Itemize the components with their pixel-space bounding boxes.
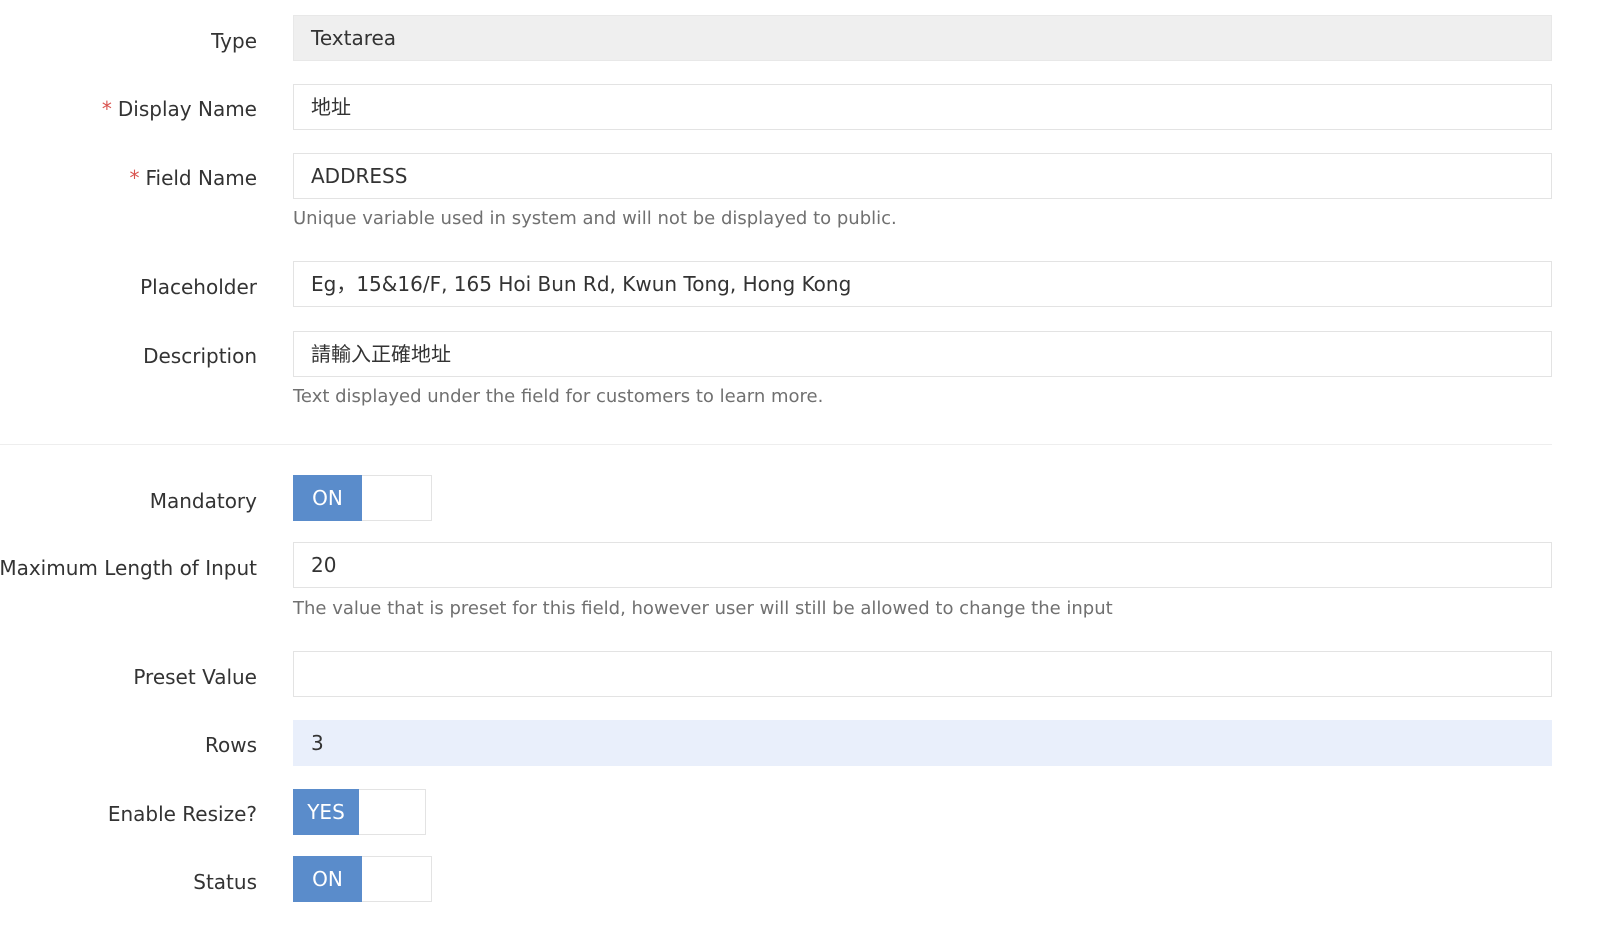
rows-label: Rows xyxy=(205,733,257,757)
placeholder-input[interactable]: Eg，15&16/F, 165 Hoi Bun Rd, Kwun Tong, H… xyxy=(293,261,1552,307)
mandatory-toggle[interactable]: ON xyxy=(293,475,432,521)
field-name-help: Unique variable used in system and will … xyxy=(293,208,897,229)
preset-value-label: Preset Value xyxy=(133,665,257,689)
description-label-text: Description xyxy=(143,344,257,368)
display-name-input[interactable]: 地址 xyxy=(293,84,1552,130)
rows-input[interactable]: 3 xyxy=(293,720,1552,766)
placeholder-label-text: Placeholder xyxy=(140,275,257,299)
enable-resize-toggle-on: YES xyxy=(293,789,359,835)
enable-resize-label-text: Enable Resize? xyxy=(107,802,257,826)
max-length-label: Maximum Length of Input xyxy=(0,556,257,580)
placeholder-value: Eg，15&16/F, 165 Hoi Bun Rd, Kwun Tong, H… xyxy=(311,272,852,296)
placeholder-label: Placeholder xyxy=(140,275,257,299)
enable-resize-toggle[interactable]: YES xyxy=(293,789,426,835)
max-length-help: The value that is preset for this field,… xyxy=(293,598,1113,619)
description-help: Text displayed under the field for custo… xyxy=(293,386,824,407)
display-name-value: 地址 xyxy=(311,95,351,119)
required-marker: * xyxy=(129,166,140,190)
type-value: Textarea xyxy=(311,26,397,50)
status-label: Status xyxy=(193,870,257,894)
max-length-value: 20 xyxy=(311,553,337,577)
description-value: 請輸入正確地址 xyxy=(311,342,451,366)
field-name-value: ADDRESS xyxy=(311,164,408,188)
rows-value: 3 xyxy=(311,731,324,755)
preset-value-label-text: Preset Value xyxy=(133,665,257,689)
mandatory-label: Mandatory xyxy=(150,489,257,513)
display-name-label-text: Display Name xyxy=(117,97,257,121)
mandatory-label-text: Mandatory xyxy=(149,489,257,513)
type-field: Textarea xyxy=(293,15,1552,61)
description-label: Description xyxy=(143,344,257,368)
rows-label-text: Rows xyxy=(204,733,257,757)
max-length-label-text: Maximum Length of Input xyxy=(0,556,257,580)
status-toggle[interactable]: ON xyxy=(293,856,432,902)
field-name-label-text: Field Name xyxy=(145,166,257,190)
section-divider xyxy=(0,444,1552,445)
type-label: Type xyxy=(211,29,257,53)
preset-value-input[interactable] xyxy=(293,651,1552,697)
status-toggle-on: ON xyxy=(293,856,362,902)
field-name-input[interactable]: ADDRESS xyxy=(293,153,1552,199)
required-marker: * xyxy=(101,97,112,121)
description-input[interactable]: 請輸入正確地址 xyxy=(293,331,1552,377)
mandatory-toggle-on: ON xyxy=(293,475,362,521)
enable-resize-label: Enable Resize? xyxy=(108,802,257,826)
type-label-text: Type xyxy=(211,29,257,53)
display-name-label: * Display Name xyxy=(102,97,257,121)
max-length-input[interactable]: 20 xyxy=(293,542,1552,588)
status-label-text: Status xyxy=(193,870,257,894)
field-name-label: * Field Name xyxy=(129,166,257,190)
